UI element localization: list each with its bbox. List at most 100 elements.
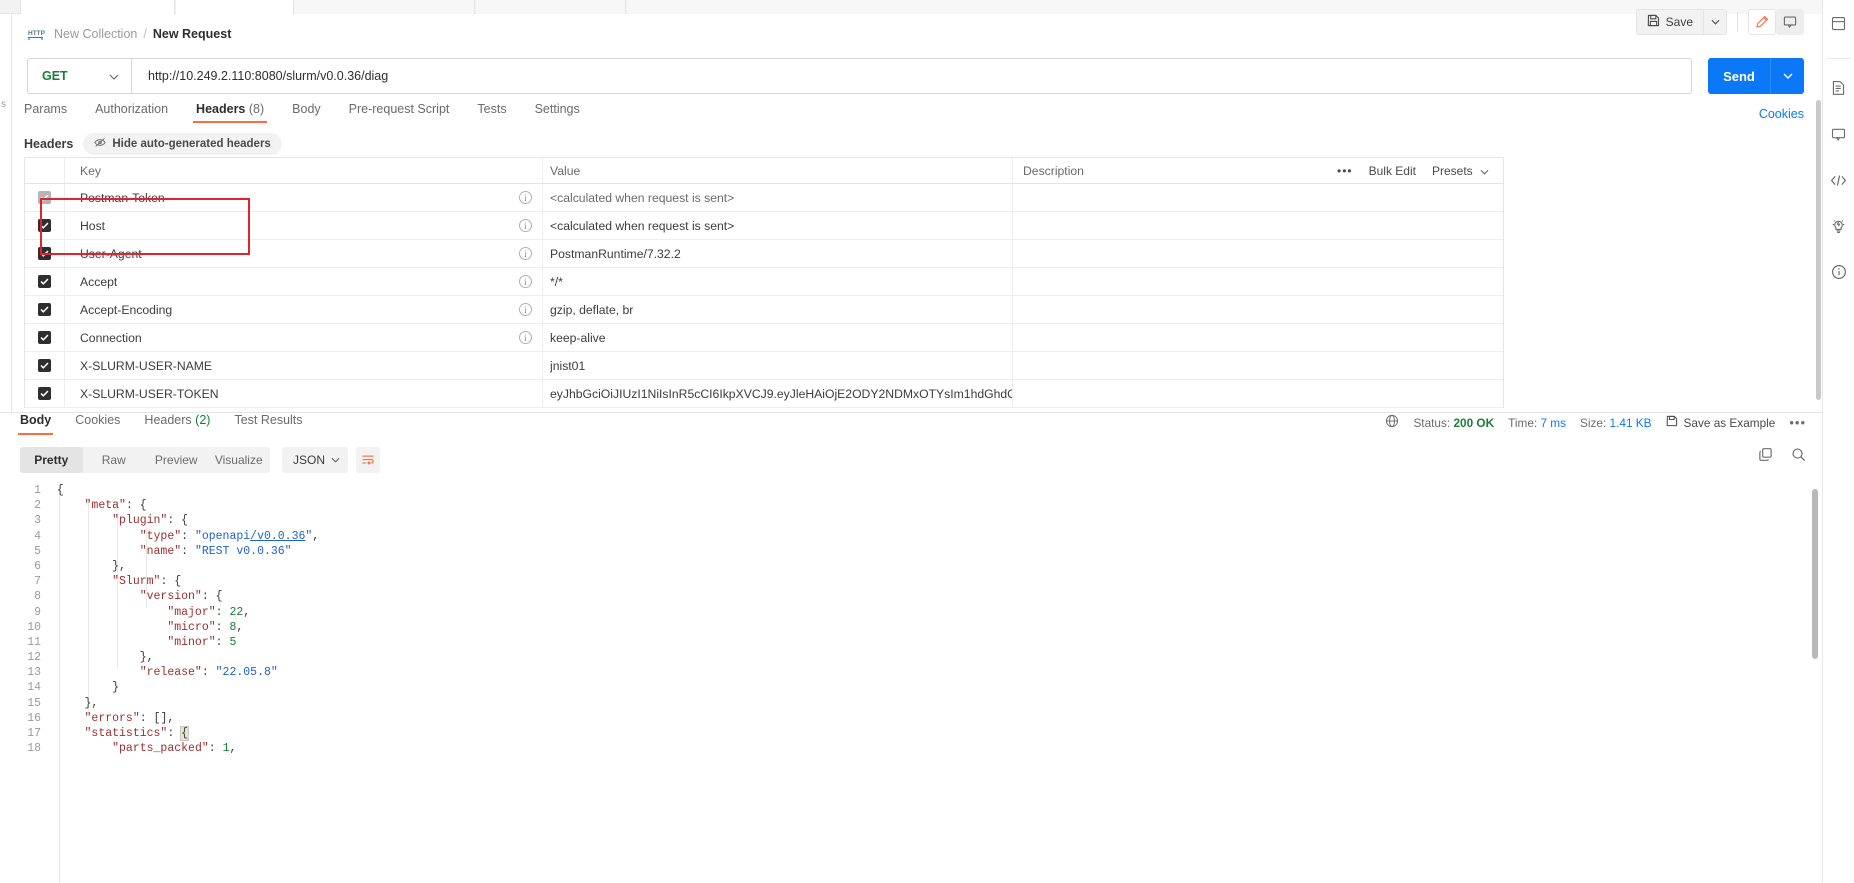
http-method-selector[interactable]: GET [27, 58, 131, 94]
size-text: Size: 1.41 KB [1580, 416, 1652, 430]
table-row[interactable]: Accept-Encoding i gzip, deflate, br [25, 296, 1503, 324]
url-input[interactable]: http://10.249.2.110:8080/slurm/v0.0.36/d… [131, 58, 1692, 94]
request-tab-tests[interactable]: Tests [477, 102, 506, 123]
header-enabled-checkbox[interactable] [25, 212, 65, 239]
main-scrollbar[interactable] [1816, 100, 1821, 400]
save-button[interactable]: Save [1635, 9, 1703, 35]
request-tab-pre-request-script[interactable]: Pre-request Script [349, 102, 450, 123]
header-key-cell[interactable]: User-Agent i [65, 240, 543, 267]
request-tabs: Params Authorization Headers (8) Body Pre-re… [24, 102, 1804, 128]
table-row[interactable]: Accept i */* [25, 268, 1503, 296]
header-description-cell[interactable] [1013, 268, 1503, 295]
header-enabled-checkbox[interactable] [25, 352, 65, 379]
send-button[interactable]: Send [1708, 58, 1770, 94]
tab-strip-item[interactable] [476, 0, 626, 14]
breadcrumb-collection[interactable]: New Collection [54, 27, 137, 41]
request-tab-headers[interactable]: Headers (8) [193, 102, 268, 123]
header-enabled-checkbox[interactable] [25, 268, 65, 295]
view-mode-preview[interactable]: Preview [145, 447, 208, 473]
copy-icon[interactable] [1758, 447, 1773, 465]
presets-button[interactable]: Presets [1432, 164, 1489, 178]
bulk-edit-button[interactable]: Bulk Edit [1369, 164, 1416, 178]
info-icon[interactable]: i [519, 191, 532, 204]
info-icon[interactable]: i [519, 331, 532, 344]
cookies-link[interactable]: Cookies [1759, 107, 1804, 121]
request-tab-authorization[interactable]: Authorization [95, 102, 168, 123]
header-description-cell[interactable] [1013, 184, 1503, 211]
info-icon[interactable]: i [519, 219, 532, 232]
response-body-code[interactable]: 1 {2 "meta": {3 "plugin": {4 "type": "op… [0, 483, 1822, 883]
format-selector[interactable]: JSON [282, 447, 348, 473]
tab-strip-item[interactable] [20, 0, 175, 14]
info-icon[interactable] [1824, 257, 1854, 287]
header-description-cell[interactable] [1013, 212, 1503, 239]
code-scrollbar[interactable] [1812, 489, 1818, 659]
header-description-cell[interactable] [1013, 380, 1503, 407]
comment-button[interactable] [1776, 9, 1804, 35]
code-text: { [50, 483, 64, 498]
comments-icon[interactable] [1824, 119, 1854, 149]
header-value-cell[interactable]: */* [543, 268, 1013, 295]
tab-strip-item[interactable] [295, 0, 475, 14]
response-more-options-icon[interactable]: ••• [1789, 415, 1806, 430]
header-description-cell[interactable] [1013, 352, 1503, 379]
header-description-cell[interactable] [1013, 240, 1503, 267]
header-value-cell[interactable]: jnist01 [543, 352, 1013, 379]
table-row[interactable]: Postman-Token i <calculated when request i… [25, 184, 1503, 212]
table-row[interactable]: User-Agent i PostmanRuntime/7.32.2 [25, 240, 1503, 268]
request-tab-params[interactable]: Params [24, 102, 67, 123]
more-options-icon[interactable]: ••• [1337, 164, 1353, 178]
request-tab-strip[interactable] [0, 0, 1822, 14]
edit-pencil-button[interactable] [1748, 9, 1776, 35]
view-mode-raw[interactable]: Raw [83, 447, 146, 473]
header-description-cell[interactable] [1013, 324, 1503, 351]
search-icon[interactable] [1791, 447, 1806, 465]
wrap-lines-button[interactable] [356, 447, 380, 473]
header-value-cell[interactable]: <calculated when request is sent> [543, 184, 1013, 211]
hide-auto-generated-headers-button[interactable]: Hide auto-generated headers [83, 133, 282, 155]
info-icon[interactable]: i [519, 247, 532, 260]
request-tab-body[interactable]: Body [292, 102, 321, 123]
header-key-cell[interactable]: Connection i [65, 324, 543, 351]
header-description-cell[interactable] [1013, 296, 1503, 323]
header-value-cell[interactable]: PostmanRuntime/7.32.2 [543, 240, 1013, 267]
response-tab-headers[interactable]: Headers (2) [144, 413, 210, 435]
table-row[interactable]: Host i <calculated when request is sent> [25, 212, 1503, 240]
table-row[interactable]: X-SLURM-USER-TOKEN eyJhbGciOiJIUzI1NiIsIn… [25, 380, 1503, 408]
table-row[interactable]: X-SLURM-USER-NAME jnist01 [25, 352, 1503, 380]
header-value-cell[interactable]: gzip, deflate, br [543, 296, 1013, 323]
save-dropdown-button[interactable] [1703, 9, 1727, 35]
request-tab-settings[interactable]: Settings [535, 102, 580, 123]
response-tab-body[interactable]: Body [17, 413, 54, 435]
save-as-example-button[interactable]: Save as Example [1666, 415, 1775, 430]
header-value-cell[interactable]: keep-alive [543, 324, 1013, 351]
send-dropdown-button[interactable] [1770, 58, 1804, 94]
header-key-cell[interactable]: Accept-Encoding i [65, 296, 543, 323]
header-enabled-checkbox[interactable] [25, 380, 65, 407]
code-snippet-icon[interactable] [1824, 165, 1854, 195]
header-enabled-checkbox[interactable] [25, 324, 65, 351]
header-enabled-checkbox[interactable] [25, 296, 65, 323]
layout-icon[interactable] [1824, 8, 1854, 38]
tab-strip-item-active[interactable] [176, 0, 294, 14]
code-token: /v0.0.36 [250, 529, 306, 543]
header-value-cell[interactable]: <calculated when request is sent> [543, 212, 1013, 239]
documentation-icon[interactable] [1824, 73, 1854, 103]
breadcrumb-request[interactable]: New Request [153, 27, 232, 41]
header-key-cell[interactable]: Accept i [65, 268, 543, 295]
info-icon[interactable]: i [519, 275, 532, 288]
response-tab-cookies[interactable]: Cookies [75, 413, 120, 435]
header-enabled-checkbox[interactable] [25, 184, 65, 211]
table-row[interactable]: Connection i keep-alive [25, 324, 1503, 352]
header-key-cell[interactable]: Postman-Token i [65, 184, 543, 211]
header-enabled-checkbox[interactable] [25, 240, 65, 267]
header-key-cell[interactable]: X-SLURM-USER-TOKEN [65, 380, 543, 407]
view-mode-pretty[interactable]: Pretty [20, 447, 83, 473]
header-key-cell[interactable]: X-SLURM-USER-NAME [65, 352, 543, 379]
lightbulb-icon[interactable] [1824, 211, 1854, 241]
header-value-cell[interactable]: eyJhbGciOiJIUzI1NiIsInR5cCI6IkpXVCJ9.eyJ… [543, 380, 1013, 407]
response-tab-test-results[interactable]: Test Results [234, 413, 302, 435]
view-mode-visualize[interactable]: Visualize [208, 447, 271, 473]
info-icon[interactable]: i [519, 303, 532, 316]
header-key-cell[interactable]: Host i [65, 212, 543, 239]
